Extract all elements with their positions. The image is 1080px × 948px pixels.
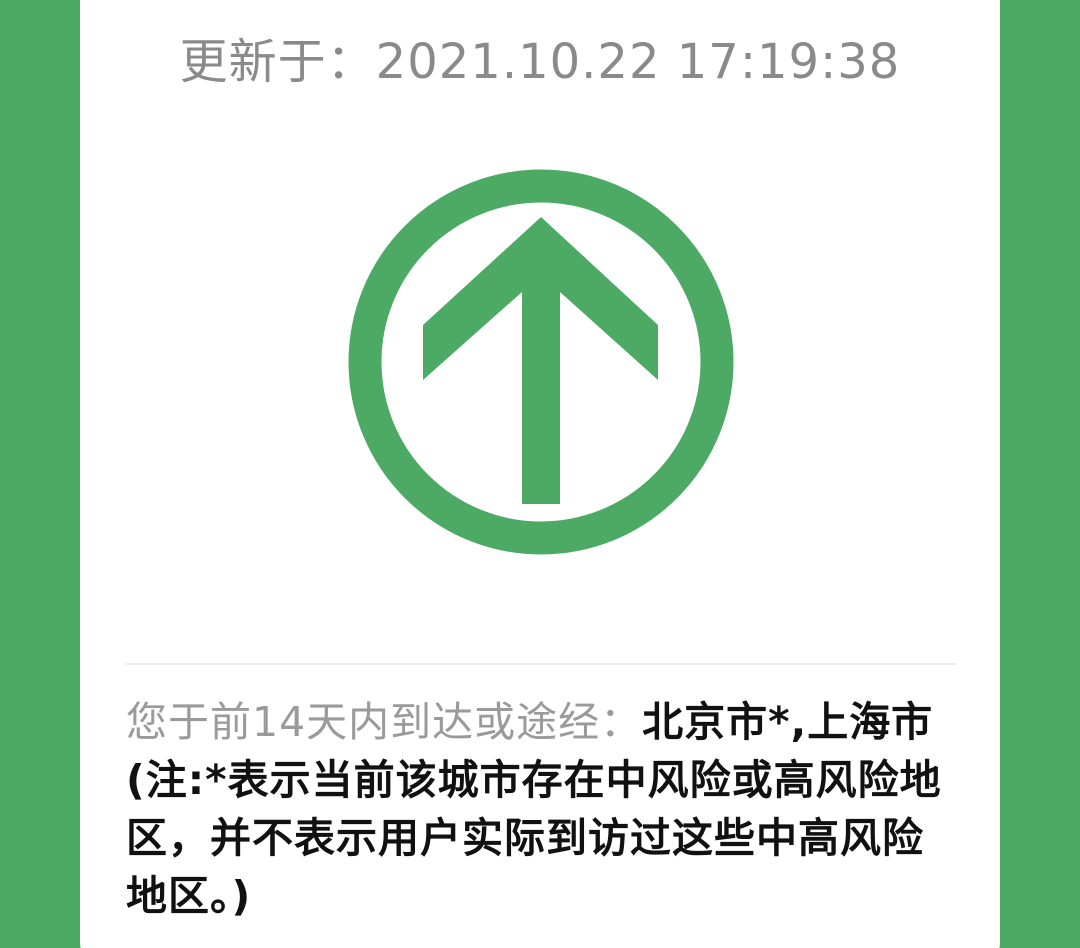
- arrow-up-circle-icon: [348, 169, 734, 555]
- travel-notice: 您于前14天内到达或途经：北京市*,上海市(注:*表示当前该城市存在中风险或高风…: [126, 693, 956, 925]
- arrow-shape: [423, 217, 658, 504]
- divider: [126, 663, 956, 665]
- travel-prefix: 您于前14天内到达或途经：: [126, 698, 643, 746]
- health-code-screen: 更新于：2021.10.22 17:19:38 您于前14天内到达或途经：北京市…: [0, 0, 1080, 948]
- update-label: 更新于：: [179, 34, 376, 90]
- update-time-value: 2021.10.22 17:19:38: [375, 34, 901, 90]
- update-timestamp: 更新于：2021.10.22 17:19:38: [0, 22, 1080, 92]
